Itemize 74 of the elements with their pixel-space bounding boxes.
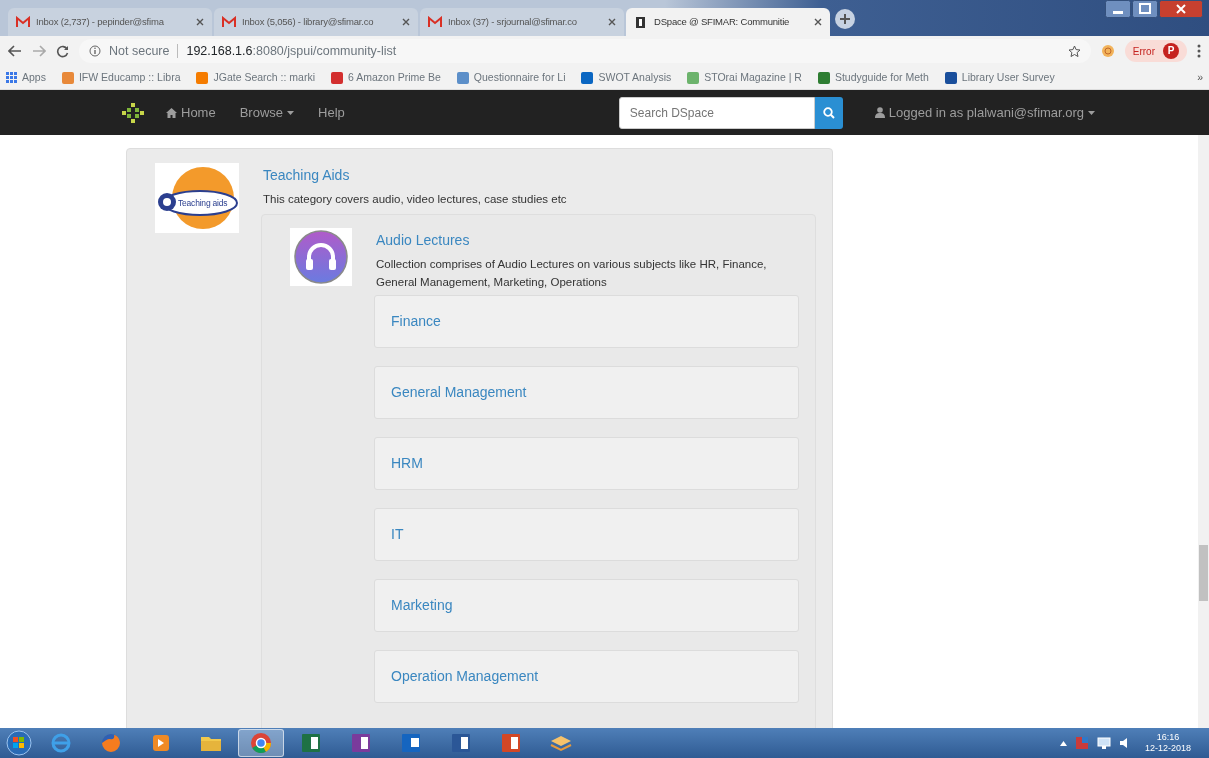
favicon-icon xyxy=(817,71,830,84)
browser-tab[interactable]: DSpace @ SFIMAR: Communitie xyxy=(626,8,830,36)
maximize-icon[interactable] xyxy=(1132,0,1158,18)
back-icon[interactable] xyxy=(8,45,22,57)
community-logo: Teaching aids xyxy=(155,163,239,233)
star-icon[interactable] xyxy=(1067,44,1081,58)
search-icon xyxy=(822,106,835,119)
favicon-icon xyxy=(944,71,957,84)
favicon-icon xyxy=(456,71,469,84)
collection-logo xyxy=(290,228,352,287)
user-menu[interactable]: Logged in as plalwani@sfimar.org xyxy=(862,102,1108,123)
bookmark-link[interactable]: IFW Educamp :: Libra xyxy=(61,69,181,86)
avatar: P xyxy=(1163,43,1179,59)
subcollection-link[interactable]: General Management xyxy=(374,365,799,419)
new-tab-icon[interactable] xyxy=(832,8,858,30)
subcollection-link[interactable]: IT xyxy=(374,507,799,561)
url-text: 192.168.1.6:8080/jspui/community-list xyxy=(186,42,397,60)
profile-button[interactable]: Error P xyxy=(1124,40,1187,62)
community-link[interactable]: Teaching Aids xyxy=(263,165,350,186)
scrollbar[interactable] xyxy=(1198,135,1209,728)
collection-description: Collection comprises of Audio Lectures on various subjects like HR, Finance, General Management, Marketing, Operations xyxy=(376,257,768,290)
user-icon xyxy=(874,107,885,118)
collection-link[interactable]: Audio Lectures xyxy=(376,230,470,252)
menu-icon[interactable] xyxy=(1197,44,1201,58)
bookmark-link[interactable]: Studyguide for Meth xyxy=(817,69,929,86)
close-icon[interactable] xyxy=(814,18,822,26)
search-button[interactable] xyxy=(814,96,843,129)
logo-icon[interactable] xyxy=(122,102,144,123)
start-orb-icon[interactable] xyxy=(4,729,34,757)
taskbar-button[interactable] xyxy=(238,729,284,757)
network-icon[interactable] xyxy=(1096,736,1111,750)
clock[interactable]: 16:16 12-12-2018 xyxy=(1144,732,1191,754)
url-divider xyxy=(177,44,179,58)
close-icon[interactable] xyxy=(196,18,204,26)
minimize-icon[interactable] xyxy=(1105,0,1131,18)
bookmark-link[interactable]: Library User Survey xyxy=(944,69,1055,86)
bookmark-link[interactable]: 6 Amazon Prime Be xyxy=(331,69,441,86)
caret-icon xyxy=(1088,110,1096,115)
bookmark-link[interactable]: Questionnaire for Li xyxy=(456,69,566,86)
favicon-icon xyxy=(196,71,209,84)
bookmark-link[interactable]: Apps xyxy=(6,69,46,86)
caret-icon xyxy=(287,110,295,115)
bookmark-link[interactable]: JGate Search :: marki xyxy=(196,69,316,86)
extension-icon[interactable] xyxy=(1100,44,1115,58)
browser-tab[interactable]: Inbox (2,737) - pepinder@sfima xyxy=(8,8,212,36)
tray-arrow-icon[interactable] xyxy=(1059,740,1067,746)
nav-link[interactable]: Home xyxy=(154,102,228,123)
favicon-icon xyxy=(687,71,700,84)
address-bar[interactable]: Not secure 192.168.1.6:8080/jspui/community-list xyxy=(79,39,1091,63)
community-description: This category covers audio, video lectures, case studies etc xyxy=(263,192,568,207)
subcollection-link[interactable]: Operation Management xyxy=(374,649,799,703)
subcollection-link[interactable]: Finance xyxy=(374,294,799,348)
reload-icon[interactable] xyxy=(56,44,69,58)
info-icon xyxy=(89,45,101,57)
apps-grid-icon xyxy=(6,72,17,83)
close-icon[interactable] xyxy=(1159,0,1203,18)
search-field[interactable]: Search DSpace xyxy=(618,96,815,129)
browser-tab[interactable]: Inbox (37) - srjournal@sfimar.co xyxy=(420,8,624,36)
subcollection-link[interactable]: Marketing xyxy=(374,578,799,632)
close-icon[interactable] xyxy=(608,18,616,26)
bookmark-link[interactable]: SWOT Analysis xyxy=(581,69,672,86)
site-favicon-icon xyxy=(634,15,648,29)
subcollection-link[interactable]: HRM xyxy=(374,436,799,490)
favicon-icon xyxy=(581,71,594,84)
favicon-icon xyxy=(331,71,344,84)
home-icon xyxy=(166,107,177,118)
close-icon[interactable] xyxy=(402,18,410,26)
nav-link[interactable]: Browse xyxy=(227,102,307,123)
security-label: Not secure xyxy=(109,42,170,60)
nav-link[interactable]: Help xyxy=(306,102,357,123)
favicon-icon xyxy=(61,71,74,84)
more-bookmarks-button[interactable]: » xyxy=(1197,69,1203,86)
browser-tab[interactable]: Inbox (5,056) - library@sfimar.co xyxy=(214,8,418,36)
bookmark-link[interactable]: STOrai Magazine | R xyxy=(687,69,802,86)
